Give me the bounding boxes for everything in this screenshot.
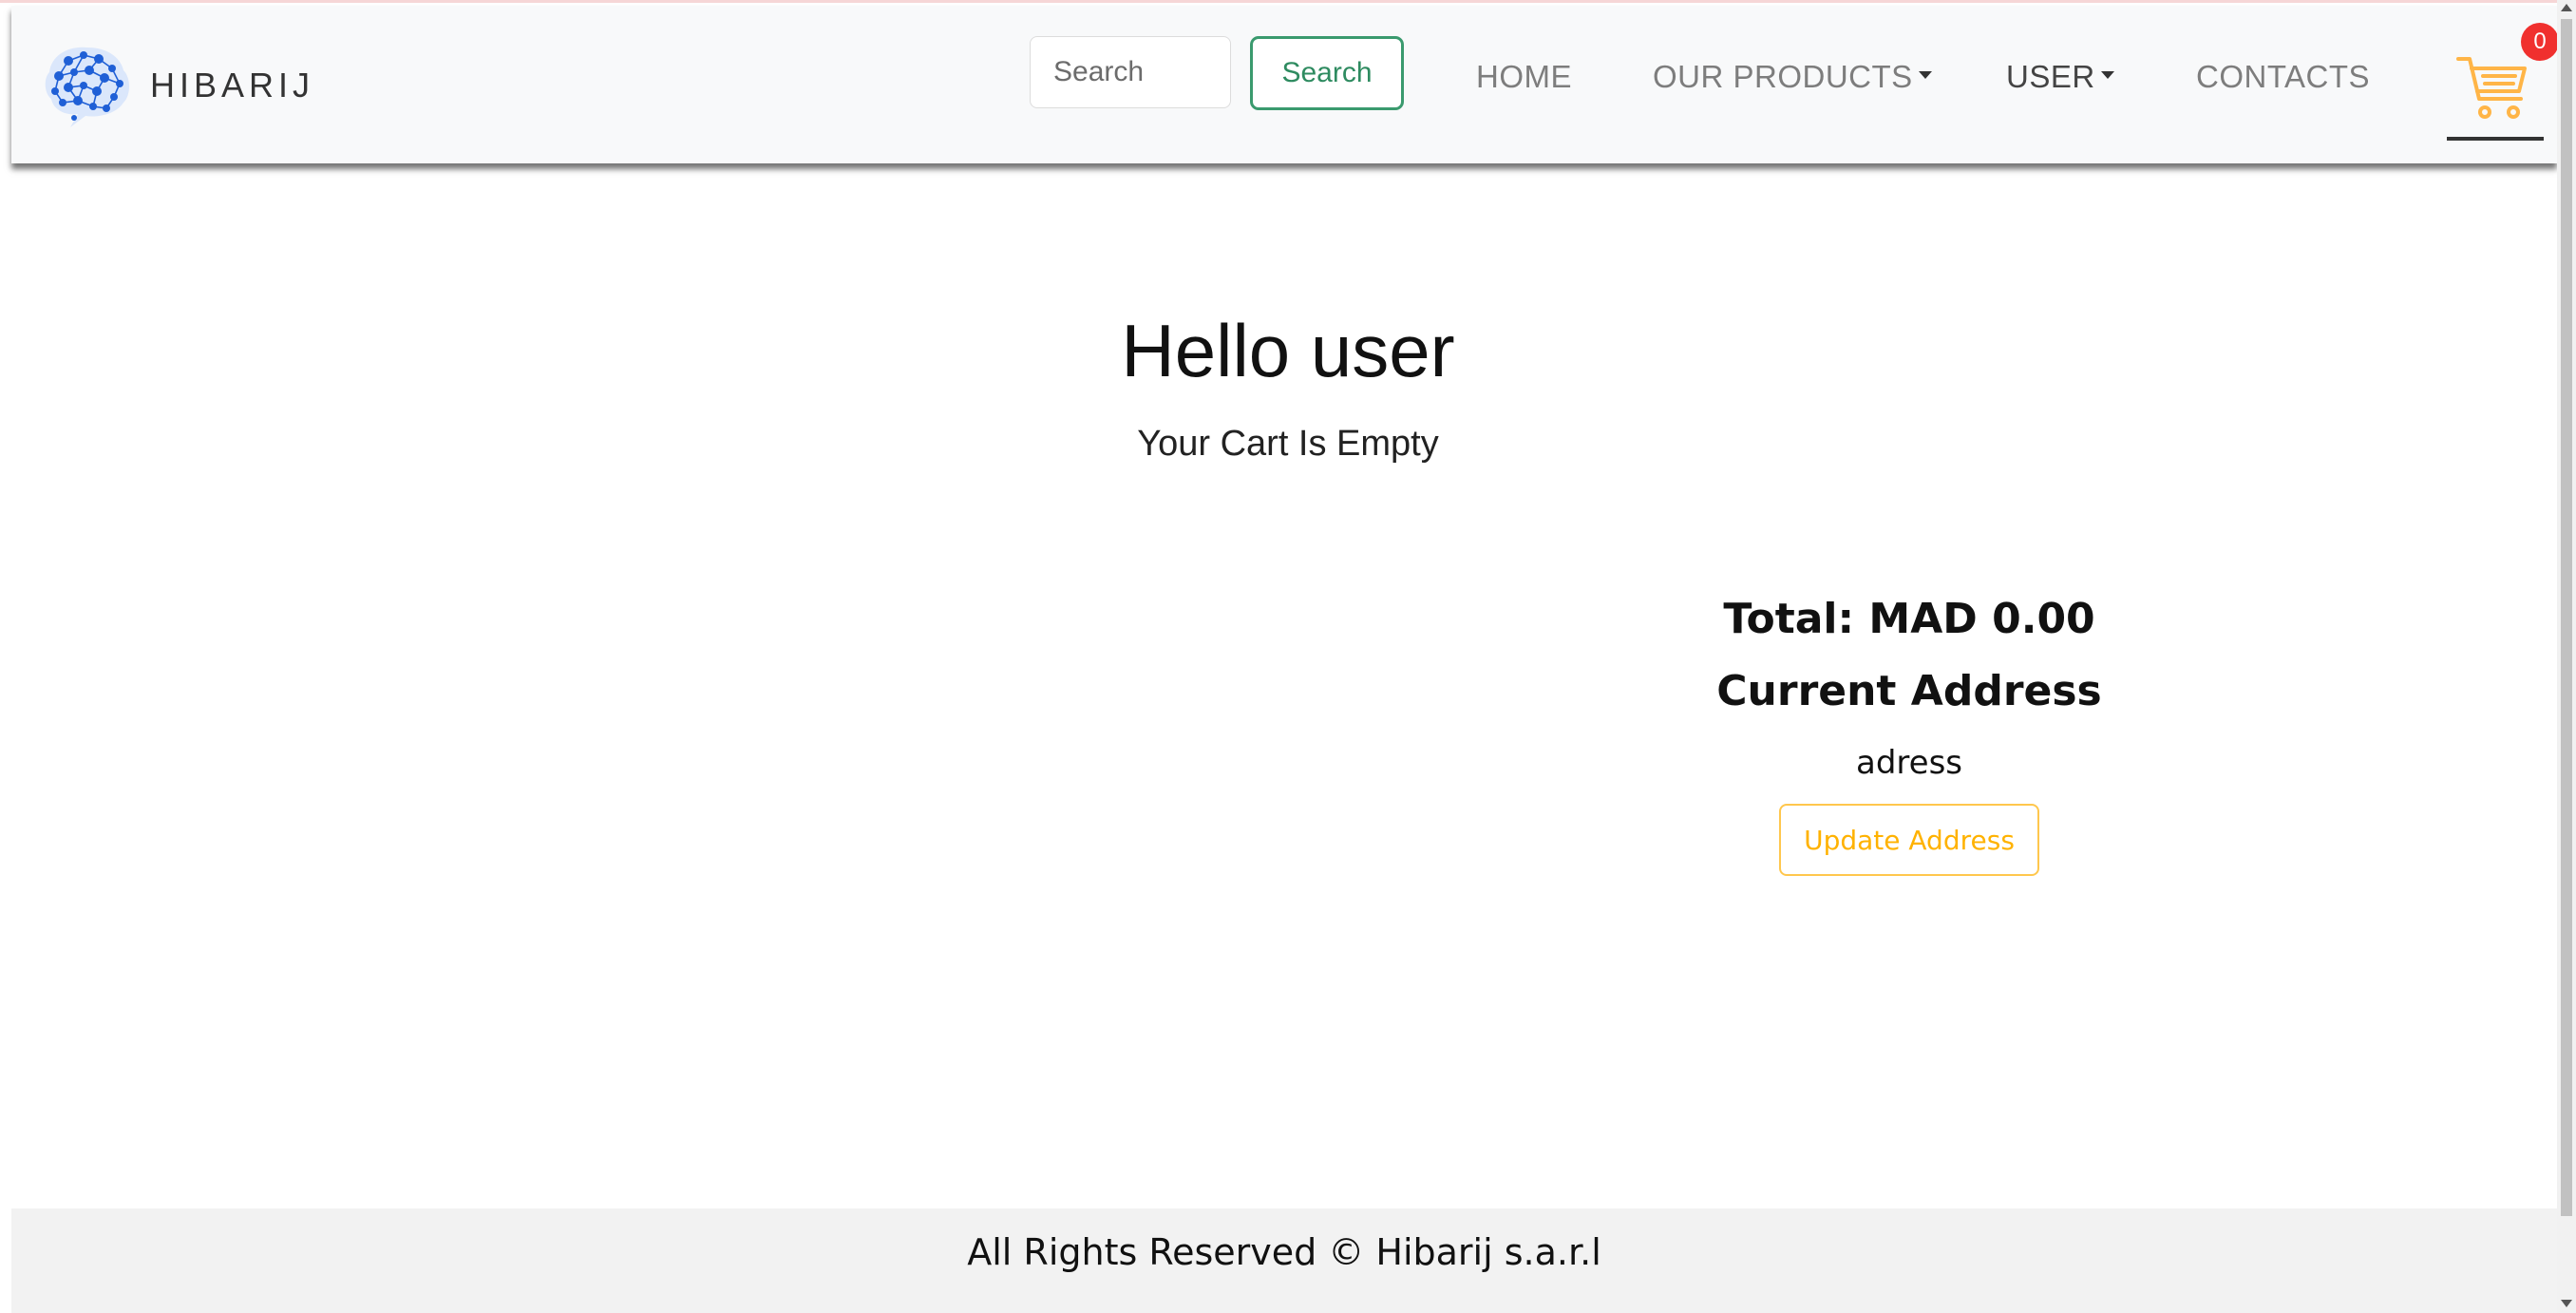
caret-down-icon bbox=[2100, 71, 2114, 79]
search-button[interactable]: Search bbox=[1250, 36, 1404, 110]
navbar: HIBARIJ Search HOME OUR PRODUCTS USER CO… bbox=[11, 6, 2559, 163]
search-input[interactable] bbox=[1030, 36, 1231, 108]
greeting-heading: Hello user bbox=[1121, 309, 1455, 392]
current-address-heading: Current Address bbox=[1716, 667, 2102, 715]
page: HIBARIJ Search HOME OUR PRODUCTS USER CO… bbox=[0, 0, 2576, 1313]
copyright-text: All Rights Reserved © Hibarij s.a.r.l bbox=[967, 1231, 1601, 1273]
cart-active-underline bbox=[2447, 137, 2544, 141]
caret-down-icon bbox=[1918, 71, 1932, 79]
nav-home-label: HOME bbox=[1476, 59, 1572, 94]
nav-contacts-link[interactable]: CONTACTS bbox=[2196, 59, 2370, 95]
top-border bbox=[0, 0, 2576, 3]
cart-empty-message: Your Cart Is Empty bbox=[1137, 424, 1439, 464]
nav-products-label: OUR PRODUCTS bbox=[1653, 59, 1913, 94]
cart-total: Total: MAD 0.00 bbox=[1723, 595, 2095, 643]
nav-user-label: USER bbox=[2006, 59, 2095, 94]
brain-network-logo-icon bbox=[45, 47, 129, 127]
cart-count-badge: 0 bbox=[2521, 23, 2559, 61]
footer: All Rights Reserved © Hibarij s.a.r.l bbox=[11, 1208, 2557, 1313]
brand-name: HIBARIJ bbox=[150, 66, 315, 105]
nav-products-dropdown[interactable]: OUR PRODUCTS bbox=[1653, 59, 1932, 95]
nav-user-dropdown[interactable]: USER bbox=[2006, 59, 2114, 95]
update-address-button[interactable]: Update Address bbox=[1779, 804, 2039, 876]
cart-button[interactable]: 0 bbox=[2443, 23, 2559, 141]
current-address-value: adress bbox=[1856, 744, 1962, 782]
shopping-cart-icon bbox=[2456, 57, 2527, 119]
nav-home-link[interactable]: HOME bbox=[1476, 59, 1572, 95]
order-summary: Total: MAD 0.00 Current Address adress U… bbox=[1672, 589, 2147, 876]
scrollbar-thumb[interactable] bbox=[2561, 19, 2572, 1216]
scroll-up-icon[interactable] bbox=[2561, 4, 2572, 11]
vertical-scrollbar[interactable] bbox=[2557, 0, 2576, 1313]
scroll-down-icon[interactable] bbox=[2561, 1300, 2572, 1307]
brand[interactable]: HIBARIJ bbox=[40, 40, 314, 131]
nav-contacts-label: CONTACTS bbox=[2196, 59, 2371, 94]
